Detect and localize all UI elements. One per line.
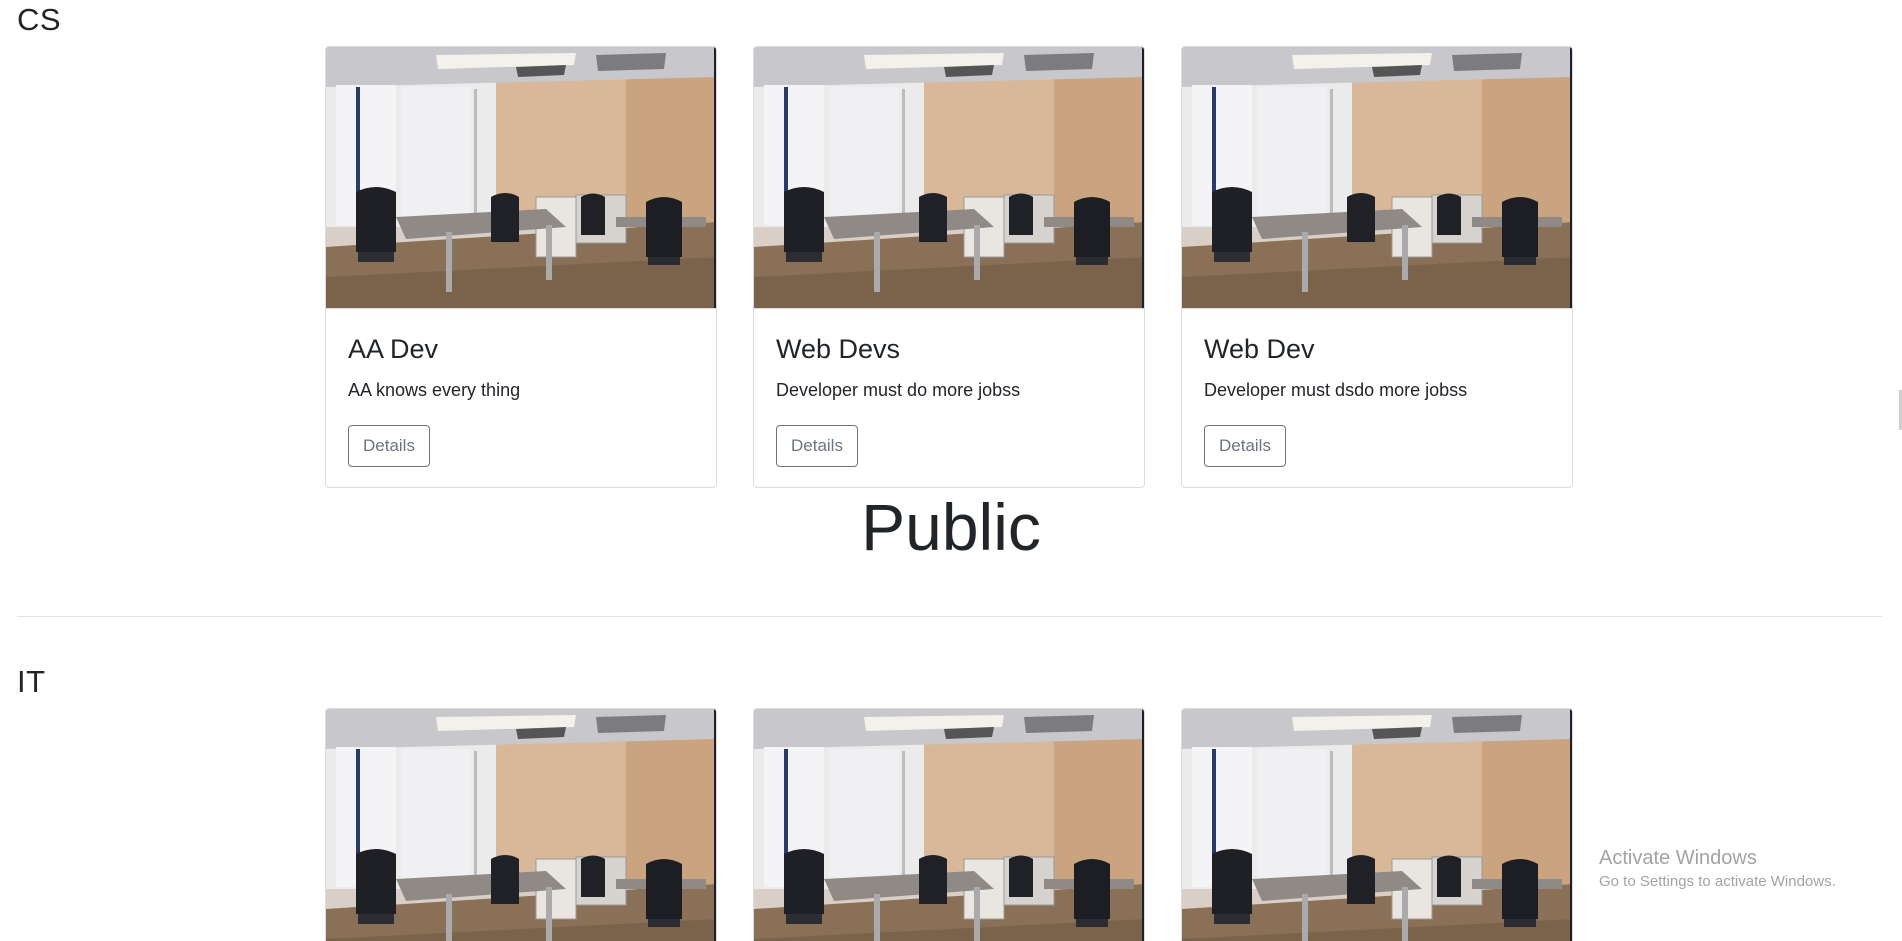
details-button[interactable]: Details bbox=[776, 424, 858, 467]
card-image bbox=[326, 709, 717, 941]
details-button[interactable]: Details bbox=[348, 424, 430, 467]
card-title: Web Dev bbox=[1204, 334, 1315, 364]
card-title: AA Dev bbox=[348, 334, 439, 364]
card-text: Developer must do more jobss bbox=[776, 380, 1021, 401]
card-image bbox=[754, 47, 1144, 309]
section-heading-cs: CS bbox=[17, 2, 62, 37]
card-image bbox=[326, 47, 716, 309]
section-divider bbox=[17, 616, 1882, 617]
card bbox=[1181, 708, 1573, 941]
section-heading-it: IT bbox=[17, 664, 46, 699]
card: Web Dev Developer must dsdo more jobss D… bbox=[1181, 46, 1573, 488]
card-body: Web Dev Developer must dsdo more jobss D… bbox=[1182, 333, 1572, 467]
card-image bbox=[1182, 709, 1573, 941]
card-image bbox=[754, 709, 1145, 941]
page: CS AA Dev AA knows every thing Details W… bbox=[0, 0, 1902, 941]
watermark-subtitle: Go to Settings to activate Windows. bbox=[1599, 873, 1836, 890]
card-body: AA Dev AA knows every thing Details bbox=[326, 333, 716, 467]
public-title: Public bbox=[861, 490, 1041, 564]
card bbox=[325, 708, 717, 941]
card: AA Dev AA knows every thing Details bbox=[325, 46, 717, 488]
card-text: AA knows every thing bbox=[348, 380, 521, 401]
card-text: Developer must dsdo more jobss bbox=[1204, 380, 1468, 401]
card: Web Devs Developer must do more jobss De… bbox=[753, 46, 1145, 488]
card-title: Web Devs bbox=[776, 334, 901, 364]
card-body: Web Devs Developer must do more jobss De… bbox=[754, 333, 1144, 467]
card bbox=[753, 708, 1145, 941]
watermark-title: Activate Windows bbox=[1599, 847, 1757, 869]
card-image bbox=[1182, 47, 1572, 309]
details-button[interactable]: Details bbox=[1204, 424, 1286, 467]
activate-windows-watermark: Activate Windows Go to Settings to activ… bbox=[1599, 846, 1836, 890]
